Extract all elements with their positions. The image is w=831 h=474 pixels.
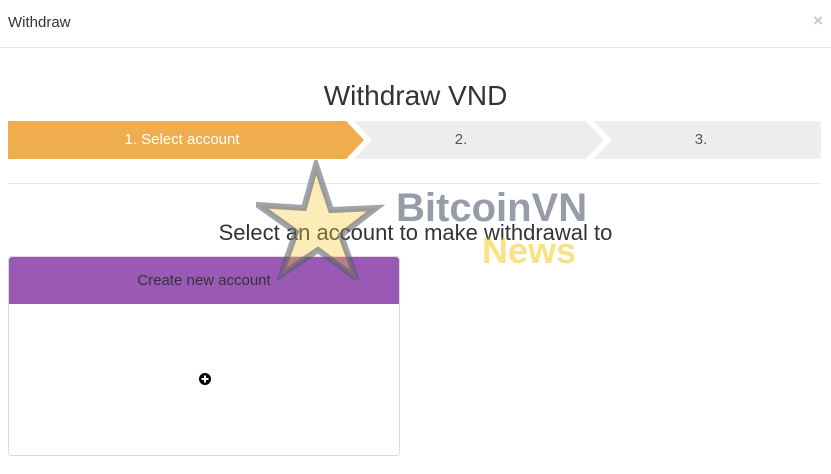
withdraw-modal: Withdraw × Withdraw VND 1. Select accoun… bbox=[0, 0, 831, 474]
section-divider bbox=[8, 183, 821, 184]
select-account-heading: Select an account to make withdrawal to bbox=[218, 220, 613, 245]
card-header[interactable]: Create new account bbox=[9, 257, 399, 304]
modal-header: Withdraw × bbox=[0, 0, 831, 48]
step-3[interactable]: 3. bbox=[598, 121, 804, 159]
create-new-account-card[interactable]: Create new account bbox=[8, 256, 400, 456]
modal-title: Withdraw bbox=[8, 14, 71, 31]
wizard-steps: 1. Select account 2. 3. bbox=[8, 121, 821, 159]
plus-circle-icon[interactable] bbox=[199, 373, 211, 385]
close-button[interactable]: × bbox=[813, 11, 823, 31]
step-2[interactable]: 2. bbox=[358, 121, 564, 159]
step-1-select-account[interactable]: 1. Select account bbox=[8, 121, 356, 159]
page-title: Withdraw VND bbox=[323, 80, 508, 111]
